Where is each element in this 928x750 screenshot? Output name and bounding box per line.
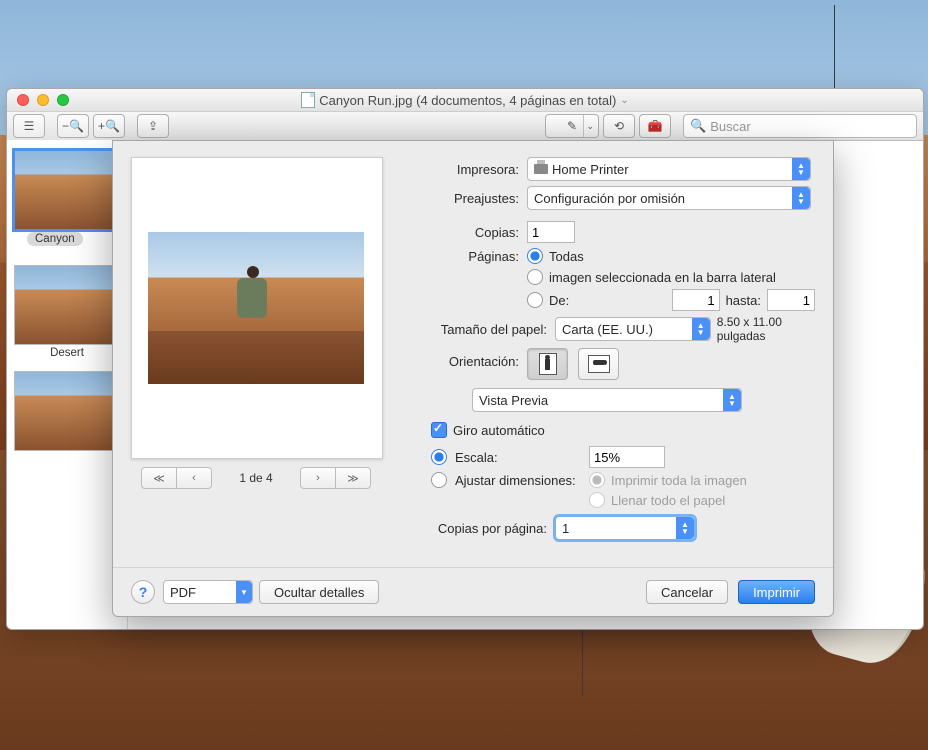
select-arrows-icon: ▲▼ xyxy=(692,318,710,340)
paper-size-select[interactable]: Carta (EE. UU.) ▲▼ xyxy=(555,317,711,341)
sidebar-thumbnail-2[interactable] xyxy=(14,265,120,345)
presets-select[interactable]: Configuración por omisión ▲▼ xyxy=(527,186,811,210)
file-icon xyxy=(301,92,315,108)
zoom-out-button[interactable]: −🔍 xyxy=(57,114,89,138)
copies-per-page-select[interactable]: 1 ▲▼ xyxy=(555,516,695,540)
pager-first-button[interactable]: ≪ xyxy=(141,467,177,489)
printer-icon xyxy=(534,164,548,174)
app-options-value: Vista Previa xyxy=(479,393,548,408)
paper-size-value: Carta (EE. UU.) xyxy=(562,322,653,337)
pages-to-input[interactable] xyxy=(767,289,815,311)
sidebar-toggle-button[interactable]: ☰ xyxy=(13,114,45,138)
pages-from-label: De: xyxy=(549,293,569,308)
pages-all-label: Todas xyxy=(549,249,584,264)
search-placeholder: Buscar xyxy=(710,119,750,134)
copies-label: Copias: xyxy=(399,225,527,240)
share-button[interactable]: ⇪ xyxy=(137,114,169,138)
sidebar-thumbnail-2-label: Desert xyxy=(7,347,127,359)
pages-range-radio[interactable] xyxy=(527,292,543,308)
search-icon: 🔍 xyxy=(690,118,706,134)
print-dialog: ≪ ‹ 1 de 4 › ≫ Impresora: Home Printer ▲… xyxy=(112,140,834,617)
presets-label: Preajustes: xyxy=(399,191,527,206)
rotate-button[interactable]: ⟲ xyxy=(603,114,635,138)
print-button[interactable]: Imprimir xyxy=(738,580,815,604)
pdf-menu-button[interactable]: PDF ▼ xyxy=(163,580,253,604)
portrait-icon xyxy=(539,353,557,375)
printer-value: Home Printer xyxy=(552,162,629,177)
auto-rotate-checkbox[interactable] xyxy=(431,422,447,438)
sidebar-thumbnail-3[interactable] xyxy=(14,371,120,451)
select-arrows-icon: ▲▼ xyxy=(792,187,810,209)
select-arrows-icon: ▲▼ xyxy=(792,158,810,180)
fit-print-all-label: Imprimir toda la imagen xyxy=(611,473,747,488)
pager-label: 1 de 4 xyxy=(228,471,284,485)
pages-from-input[interactable] xyxy=(672,289,720,311)
pdf-label: PDF xyxy=(170,585,196,600)
print-preview-person xyxy=(227,266,277,336)
hide-details-button[interactable]: Ocultar detalles xyxy=(259,580,379,604)
copies-input[interactable] xyxy=(527,221,575,243)
orientation-label: Orientación: xyxy=(399,348,527,369)
scale-label: Escala: xyxy=(455,450,583,465)
chevron-down-icon[interactable]: ⌄ xyxy=(620,95,628,106)
scale-input[interactable] xyxy=(589,446,665,468)
orientation-landscape-button[interactable] xyxy=(578,348,619,380)
dialog-bottom-bar: ? PDF ▼ Ocultar detalles Cancelar Imprim… xyxy=(113,567,833,616)
print-preview-page xyxy=(131,157,383,459)
sidebar-thumbnail-1-label: Canyon xyxy=(27,232,83,246)
fit-radio[interactable] xyxy=(431,472,447,488)
fit-fill-paper-radio xyxy=(589,492,605,508)
pager-next-button[interactable]: › xyxy=(300,467,336,489)
pages-selected-label: imagen seleccionada en la barra lateral xyxy=(549,270,776,285)
copies-per-page-value: 1 xyxy=(562,521,569,536)
copies-per-page-label: Copias por página: xyxy=(399,521,555,536)
fit-print-all-radio xyxy=(589,472,605,488)
orientation-portrait-button[interactable] xyxy=(527,348,568,380)
fit-fill-paper-label: Llenar todo el papel xyxy=(611,493,725,508)
paper-size-label: Tamaño del papel: xyxy=(399,322,555,337)
printer-label: Impresora: xyxy=(399,162,527,177)
pages-to-label: hasta: xyxy=(726,293,761,308)
markup-button[interactable]: ✎ ⌄ xyxy=(545,114,599,138)
pages-all-radio[interactable] xyxy=(527,248,543,264)
toolbar: ☰ −🔍 +🔍 ⇪ ✎ ⌄ ⟲ 🧰 🔍 Buscar xyxy=(7,112,923,141)
sidebar: Canyon Desert xyxy=(7,140,128,629)
zoom-in-button[interactable]: +🔍 xyxy=(93,114,125,138)
window-title: Canyon Run.jpg (4 documentos, 4 páginas … xyxy=(319,93,616,108)
pager-prev-button[interactable]: ‹ xyxy=(177,467,212,489)
landscape-icon xyxy=(588,355,610,373)
auto-rotate-label: Giro automático xyxy=(453,423,545,438)
app-options-select[interactable]: Vista Previa ▲▼ xyxy=(472,388,742,412)
select-arrows-icon: ▲▼ xyxy=(723,389,741,411)
pager-last-button[interactable]: ≫ xyxy=(336,467,371,489)
printer-select[interactable]: Home Printer ▲▼ xyxy=(527,157,811,181)
help-button[interactable]: ? xyxy=(131,580,155,604)
pages-selected-radio[interactable] xyxy=(527,269,543,285)
titlebar: Canyon Run.jpg (4 documentos, 4 páginas … xyxy=(7,89,923,112)
cancel-button[interactable]: Cancelar xyxy=(646,580,728,604)
toolbox-button[interactable]: 🧰 xyxy=(639,114,671,138)
search-input[interactable]: 🔍 Buscar xyxy=(683,114,917,138)
chevron-down-icon: ▼ xyxy=(236,581,252,603)
presets-value: Configuración por omisión xyxy=(534,191,685,206)
sidebar-thumbnail-1[interactable] xyxy=(14,150,120,230)
select-arrows-icon: ▲▼ xyxy=(676,517,694,539)
pages-label: Páginas: xyxy=(399,249,527,264)
paper-dims-label: 8.50 x 11.00 pulgadas xyxy=(717,315,815,343)
scale-radio[interactable] xyxy=(431,449,447,465)
preview-pager: ≪ ‹ 1 de 4 › ≫ xyxy=(131,467,381,489)
fit-label: Ajustar dimensiones: xyxy=(455,473,583,488)
